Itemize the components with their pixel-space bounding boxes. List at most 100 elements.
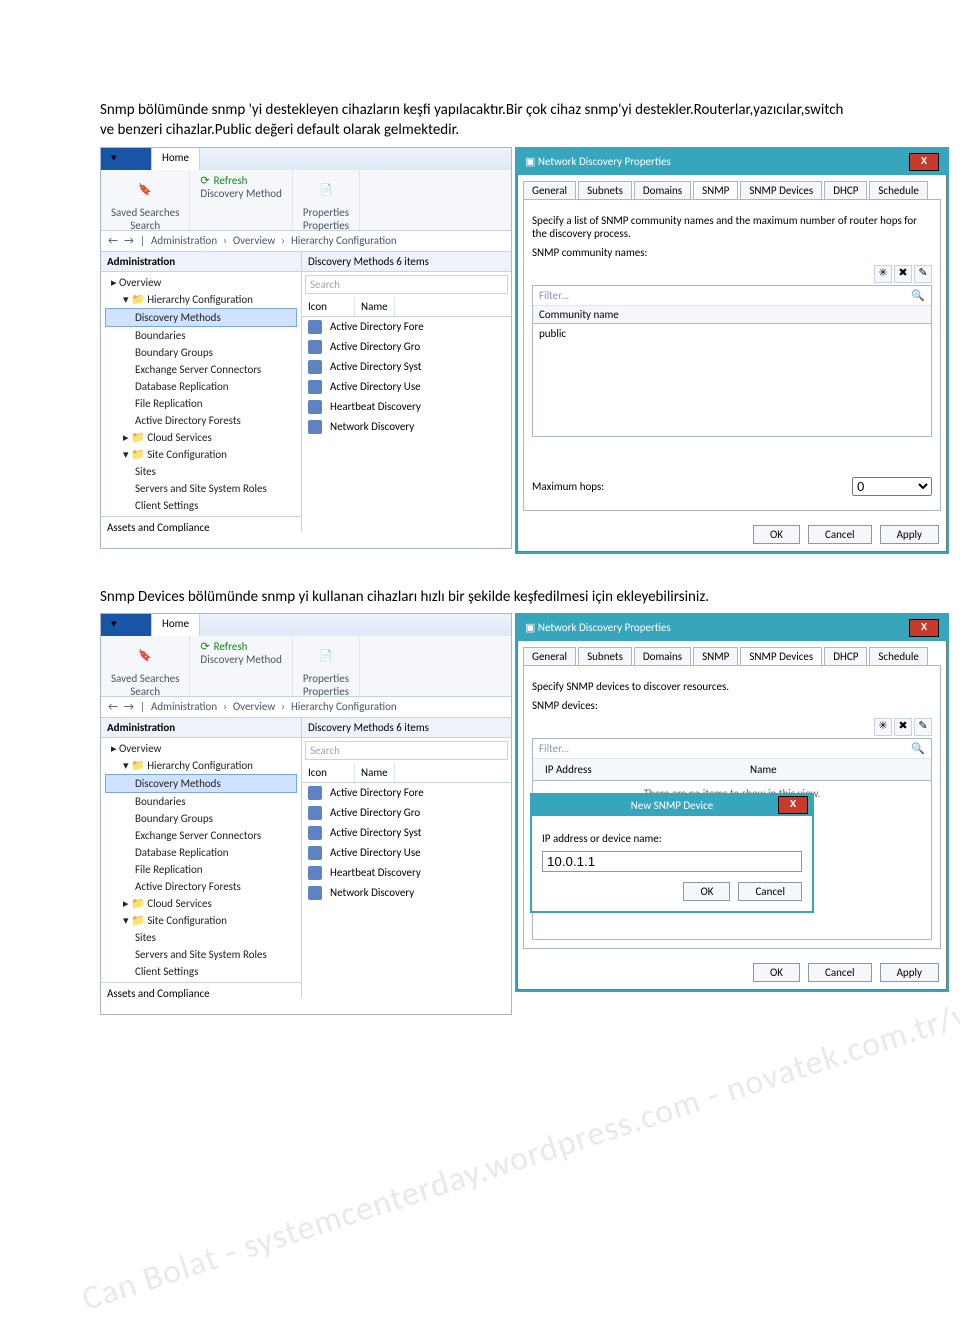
app-menu-tab[interactable]: ▾ <box>101 614 152 636</box>
edit-icon[interactable]: ✎ <box>914 265 932 283</box>
tab-general[interactable]: General <box>523 181 576 199</box>
tree-cloud-services[interactable]: ▸ 📁 Cloud Services <box>105 895 297 912</box>
breadcrumb-1[interactable]: Overview <box>233 234 275 247</box>
tree-discovery-methods[interactable]: Discovery Methods <box>105 774 297 793</box>
tab-snmp-devices[interactable]: SNMP Devices <box>740 181 822 199</box>
row-ad-system[interactable]: Active Directory Syst <box>302 357 511 377</box>
apply-button[interactable]: Apply <box>880 525 939 544</box>
row-ad-group[interactable]: Active Directory Gro <box>302 337 511 357</box>
tab-schedule[interactable]: Schedule <box>869 647 928 665</box>
delete-icon[interactable]: ✖ <box>894 265 912 283</box>
tree-boundary-groups[interactable]: Boundary Groups <box>105 344 297 361</box>
cancel-button[interactable]: Cancel <box>808 525 872 544</box>
row-ad-group[interactable]: Active Directory Gro <box>302 803 511 823</box>
col-icon[interactable]: Icon <box>302 297 355 316</box>
tree-file-replication[interactable]: File Replication <box>105 861 297 878</box>
wunder-assets[interactable]: Assets and Compliance <box>101 517 301 532</box>
tree-boundaries[interactable]: Boundaries <box>105 793 297 810</box>
home-tab[interactable]: Home <box>152 614 200 636</box>
breadcrumb-0[interactable]: Administration <box>151 234 217 247</box>
cancel-button[interactable]: Cancel <box>808 963 872 982</box>
row-ad-user[interactable]: Active Directory Use <box>302 843 511 863</box>
community-row-public[interactable]: public <box>533 324 931 343</box>
tree-file-replication[interactable]: File Replication <box>105 395 297 412</box>
cancel-button[interactable]: Cancel <box>738 882 802 901</box>
tree-site-configuration[interactable]: ▾ 📁 Site Configuration <box>105 446 297 463</box>
refresh-button[interactable]: ⟳Refresh <box>200 640 281 653</box>
tab-snmp-devices[interactable]: SNMP Devices <box>740 647 822 665</box>
nav-back-icon[interactable]: ← <box>108 234 118 247</box>
wunder-assets[interactable]: Assets and Compliance <box>101 983 301 998</box>
properties-button[interactable]: 📄 <box>303 174 349 206</box>
tab-general[interactable]: General <box>523 647 576 665</box>
tab-dhcp[interactable]: DHCP <box>824 647 867 665</box>
tree-ad-forests[interactable]: Active Directory Forests <box>105 878 297 895</box>
row-ad-forest[interactable]: Active Directory Fore <box>302 783 511 803</box>
tree-database-replication[interactable]: Database Replication <box>105 378 297 395</box>
dialog-titlebar[interactable]: ▣ Network Discovery Properties X <box>517 149 947 175</box>
tree-site-configuration[interactable]: ▾ 📁 Site Configuration <box>105 912 297 929</box>
breadcrumb-2[interactable]: Hierarchy Configuration <box>291 234 397 247</box>
tree-database-replication[interactable]: Database Replication <box>105 844 297 861</box>
list-search-input[interactable]: Search <box>305 741 508 760</box>
tree-hierarchy-config[interactable]: ▾ 📁 Hierarchy Configuration <box>105 757 297 774</box>
saved-searches-button[interactable]: 🔖 <box>111 174 179 206</box>
col-name[interactable]: Name <box>355 297 395 316</box>
tree-discovery-methods[interactable]: Discovery Methods <box>105 308 297 327</box>
saved-searches-button[interactable]: 🔖 <box>111 640 179 672</box>
tree-client-settings[interactable]: Client Settings <box>105 963 297 980</box>
ok-button[interactable]: OK <box>753 525 800 544</box>
tab-subnets[interactable]: Subnets <box>578 647 632 665</box>
edit-icon[interactable]: ✎ <box>914 718 932 736</box>
tree-exchange-connectors[interactable]: Exchange Server Connectors <box>105 361 297 378</box>
close-icon[interactable]: X <box>909 153 939 171</box>
tab-domains[interactable]: Domains <box>634 647 691 665</box>
max-hops-select[interactable]: 0 <box>852 477 932 496</box>
tab-schedule[interactable]: Schedule <box>869 181 928 199</box>
tab-snmp[interactable]: SNMP <box>693 181 738 199</box>
delete-icon[interactable]: ✖ <box>894 718 912 736</box>
tab-subnets[interactable]: Subnets <box>578 181 632 199</box>
home-tab[interactable]: Home <box>152 148 200 170</box>
properties-button[interactable]: 📄 <box>303 640 349 672</box>
filter-input[interactable]: Filter...🔍 <box>533 286 931 306</box>
close-icon[interactable]: X <box>778 796 808 814</box>
tab-dhcp[interactable]: DHCP <box>824 181 867 199</box>
row-ad-user[interactable]: Active Directory Use <box>302 377 511 397</box>
tree-boundary-groups[interactable]: Boundary Groups <box>105 810 297 827</box>
tab-domains[interactable]: Domains <box>634 181 691 199</box>
close-icon[interactable]: X <box>909 619 939 637</box>
tree-sites[interactable]: Sites <box>105 463 297 480</box>
row-ad-forest[interactable]: Active Directory Fore <box>302 317 511 337</box>
nav-fwd-icon[interactable]: → <box>124 234 134 247</box>
list-search-input[interactable]: Search <box>305 275 508 294</box>
col-ip[interactable]: IP Address <box>539 761 744 778</box>
nav-back-icon[interactable]: ← <box>108 700 118 713</box>
tree-client-settings[interactable]: Client Settings <box>105 497 297 514</box>
ip-input[interactable] <box>542 851 802 872</box>
row-network[interactable]: Network Discovery <box>302 417 511 437</box>
tree-overview[interactable]: ▸ Overview <box>105 740 297 757</box>
tab-snmp[interactable]: SNMP <box>693 647 738 665</box>
tree-hierarchy-config[interactable]: ▾ 📁 Hierarchy Configuration <box>105 291 297 308</box>
filter-input[interactable]: Filter...🔍 <box>533 739 931 759</box>
nav-fwd-icon[interactable]: → <box>124 700 134 713</box>
refresh-button[interactable]: ⟳ Refresh <box>200 174 281 187</box>
ok-button[interactable]: OK <box>683 882 730 901</box>
row-network[interactable]: Network Discovery <box>302 883 511 903</box>
community-name-header[interactable]: Community name <box>533 306 931 324</box>
row-ad-system[interactable]: Active Directory Syst <box>302 823 511 843</box>
app-menu-tab[interactable]: ▾ <box>101 148 152 170</box>
tree-boundaries[interactable]: Boundaries <box>105 327 297 344</box>
tree-ad-forests[interactable]: Active Directory Forests <box>105 412 297 429</box>
tree-servers-roles[interactable]: Servers and Site System Roles <box>105 480 297 497</box>
new-icon[interactable]: ✳ <box>874 718 892 736</box>
tree-overview[interactable]: ▸ Overview <box>105 274 297 291</box>
apply-button[interactable]: Apply <box>880 963 939 982</box>
tree-cloud-services[interactable]: ▸ 📁 Cloud Services <box>105 429 297 446</box>
ok-button[interactable]: OK <box>753 963 800 982</box>
col-name[interactable]: Name <box>744 761 783 778</box>
row-heartbeat[interactable]: Heartbeat Discovery <box>302 863 511 883</box>
tree-exchange-connectors[interactable]: Exchange Server Connectors <box>105 827 297 844</box>
row-heartbeat[interactable]: Heartbeat Discovery <box>302 397 511 417</box>
